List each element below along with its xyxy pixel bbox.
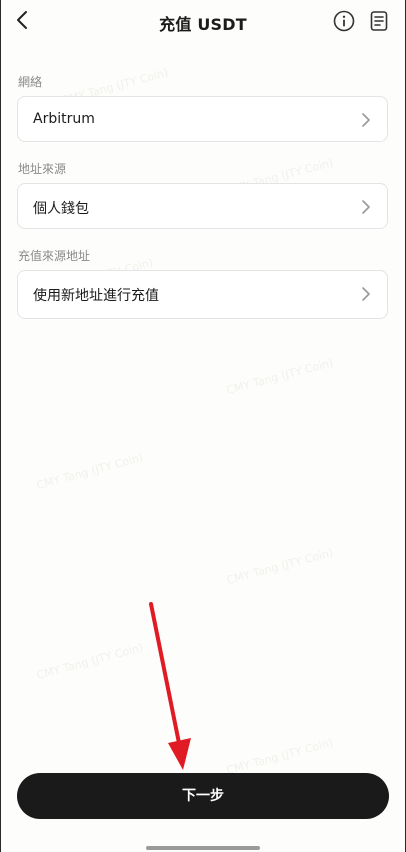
address-source-selector[interactable]: 個人錢包 bbox=[17, 183, 388, 229]
document-icon[interactable] bbox=[367, 9, 391, 33]
top-bar: 充值 USDT bbox=[0, 0, 406, 42]
network-selector[interactable]: Arbitrum bbox=[17, 96, 388, 142]
next-button[interactable]: 下一步 bbox=[17, 773, 389, 819]
watermark: CMY Tang (JTY Coin) bbox=[35, 451, 145, 492]
watermark: CMY Tang (JTY Coin) bbox=[35, 641, 145, 682]
annotation-arrow-icon bbox=[149, 602, 191, 770]
home-indicator[interactable] bbox=[146, 846, 260, 850]
network-value: Arbitrum bbox=[33, 111, 95, 127]
info-icon[interactable] bbox=[332, 9, 356, 33]
chevron-right-icon bbox=[362, 200, 370, 214]
deposit-address-value: 使用新地址進行充值 bbox=[33, 288, 159, 304]
network-label: 網絡 bbox=[18, 75, 43, 89]
chevron-right-icon bbox=[362, 113, 370, 127]
frame-left-edge bbox=[0, 0, 1, 852]
deposit-address-label: 充值來源地址 bbox=[18, 249, 91, 263]
deposit-address-selector[interactable]: 使用新地址進行充值 bbox=[17, 270, 388, 319]
watermark: CMY Tang (JTY Coin) bbox=[225, 356, 335, 397]
chevron-right-icon bbox=[362, 287, 370, 301]
address-source-value: 個人錢包 bbox=[33, 201, 89, 217]
watermark: CMY Tang (JTY Coin) bbox=[225, 736, 335, 777]
address-source-label: 地址來源 bbox=[18, 162, 67, 176]
watermark: CMY Tang (JTY Coin) bbox=[225, 546, 335, 587]
